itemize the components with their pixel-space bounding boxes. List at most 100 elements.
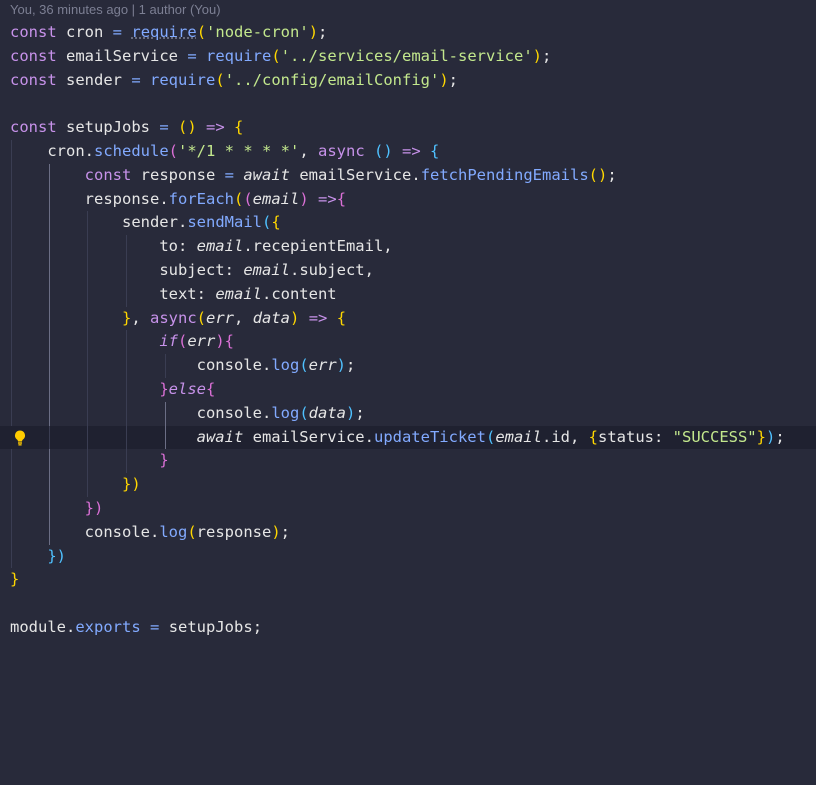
operator: = (187, 46, 197, 65)
code-line-7[interactable]: const response = await emailService.fetc… (0, 163, 816, 188)
code-line-10[interactable]: to: email.recepientEmail, (0, 235, 816, 259)
semicolon: ; (542, 46, 552, 65)
parameter: data (308, 403, 346, 422)
indent-guide (49, 235, 50, 259)
property-key: to: (159, 237, 197, 256)
code-line-5[interactable]: const setupJobs = () => { (0, 116, 816, 140)
code-line-16[interactable]: }else{ (0, 377, 816, 402)
keyword-else: else (168, 379, 206, 398)
indent-guide (49, 473, 50, 497)
property-key: status: (598, 427, 673, 446)
code-line-17[interactable]: console.log(data); (0, 401, 816, 426)
string-literal: '../services/email-service' (280, 46, 533, 65)
indent-guide (11, 235, 12, 259)
code-line-26[interactable]: module.exports = setupJobs; (0, 616, 816, 640)
indent-guide (165, 401, 166, 426)
code-line-14[interactable]: if(err){ (0, 330, 816, 355)
dot: . (411, 165, 421, 184)
brace-close: } (756, 427, 766, 446)
operator: = (150, 617, 160, 636)
paren-open: ( (299, 403, 309, 422)
dot: . (261, 356, 272, 375)
indent-guide (11, 401, 12, 426)
code-line-22[interactable]: console.log(response); (0, 520, 816, 545)
params-parens: () (178, 118, 197, 137)
indent-guide (126, 449, 127, 474)
indent-guide (87, 282, 88, 307)
parameter: email (495, 427, 542, 446)
code-line-21[interactable]: }) (0, 496, 816, 521)
code-line-25[interactable] (0, 592, 816, 616)
code-line-4[interactable] (0, 92, 816, 116)
lightbulb-icon[interactable] (11, 429, 29, 447)
keyword-const: const (10, 118, 57, 137)
require-call: require (150, 70, 216, 89)
property-key: text: (159, 284, 216, 303)
parameter: err (206, 308, 235, 327)
keyword-const: const (10, 46, 57, 65)
indent-guide (49, 306, 50, 331)
brace-open: { (336, 189, 347, 208)
indent-guide (126, 258, 127, 283)
code-line-2[interactable]: const emailService = require('../service… (0, 45, 816, 69)
code-line-20[interactable]: }) (0, 473, 816, 497)
brace-open: { (430, 141, 440, 160)
keyword-await: await (196, 427, 244, 446)
method-call: updateTicket (373, 427, 486, 446)
paren-open: ( (187, 522, 197, 541)
params-parens: () (374, 141, 393, 160)
keyword-if: if (159, 332, 178, 351)
code-line-18-current[interactable]: await emailService.updateTicket(email.id… (0, 425, 816, 450)
brace-close: } (159, 451, 169, 470)
identifier: setupJobs (159, 617, 253, 636)
code-line-23[interactable]: }) (0, 544, 816, 569)
operator: = (112, 23, 123, 41)
identifier: response (131, 165, 225, 184)
git-blame-annotation[interactable]: You, 36 minutes ago | 1 author (You) (10, 2, 221, 17)
identifier: response (84, 189, 160, 208)
brace-open: { (224, 332, 235, 351)
paren-open: ( (233, 189, 244, 208)
semicolon: ; (252, 617, 263, 636)
arrow: => (308, 308, 328, 327)
code-editor[interactable]: const cron = require('node-cron'); const… (0, 21, 816, 640)
code-line-8[interactable]: response.forEach((email) =>{ (0, 187, 816, 212)
indent-guide (126, 330, 127, 355)
indent-guide (49, 330, 50, 355)
code-line-1[interactable]: const cron = require('node-cron'); (0, 21, 816, 45)
brace-open: { (588, 427, 598, 446)
code-line-12[interactable]: text: email.content (0, 282, 816, 307)
indent-guide (87, 258, 88, 283)
require-call: require (206, 46, 272, 65)
paren-close: ) (271, 522, 281, 541)
semicolon: ; (355, 403, 365, 422)
identifier: cron (56, 23, 113, 41)
method-call: fetchPendingEmails (420, 165, 589, 184)
indent-guide (49, 163, 50, 188)
indent-guide (11, 306, 12, 331)
method-call: schedule (94, 141, 169, 160)
code-line-15[interactable]: console.log(err); (0, 354, 816, 378)
code-line-11[interactable]: subject: email.subject, (0, 258, 816, 283)
method-call: log (159, 522, 188, 541)
code-line-19[interactable]: } (0, 449, 816, 474)
code-line-24[interactable]: } (0, 568, 816, 592)
code-line-6[interactable]: cron.schedule('*/1 * * * *', async () =>… (0, 139, 816, 164)
paren-open: ( (215, 70, 225, 89)
paren-close: ) (345, 403, 356, 422)
code-line-3[interactable]: const sender = require('../config/emailC… (0, 69, 816, 93)
paren-open: ( (196, 308, 207, 327)
dot: . (177, 213, 188, 232)
code-line-13[interactable]: }, async(err, data) => { (0, 306, 816, 331)
parameter: err (187, 332, 216, 351)
paren-close: ) (215, 332, 225, 351)
dot: . (364, 427, 374, 446)
indent-guide (49, 449, 50, 474)
code-line-9[interactable]: sender.sendMail({ (0, 211, 816, 236)
paren-open: ( (196, 23, 207, 41)
